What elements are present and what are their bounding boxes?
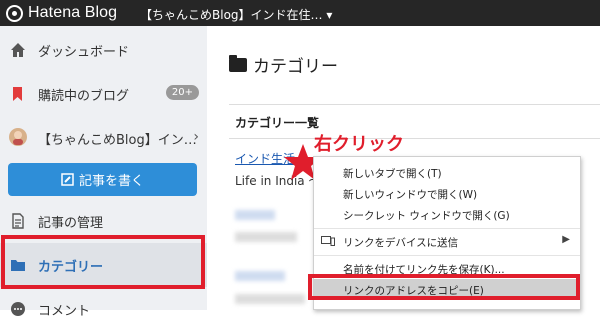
top-bar: Hatena Blog 【ちゃんこめBlog】インド在住… ▾ <box>0 0 600 26</box>
page-title-text: カテゴリー <box>253 57 338 77</box>
section-title: カテゴリー一覧 <box>235 116 320 130</box>
menu-item-label: リンクをデバイスに送信 <box>343 237 459 249</box>
sidebar-item-dashboard[interactable]: ダッシュボード <box>0 28 207 72</box>
blurred-category-link[interactable] <box>235 271 285 281</box>
sidebar-item-label: 記事の管理 <box>38 215 104 231</box>
divider <box>229 104 600 105</box>
sidebar-item-label: 【ちゃんこめBlog】イン… <box>38 132 197 148</box>
highlight-box-category <box>1 235 205 289</box>
menu-item-label: 新しいウィンドウで開く(W) <box>343 189 478 201</box>
menu-item-open-new-tab[interactable]: 新しいタブで開く(T) <box>314 162 580 183</box>
bookmark-icon <box>13 87 22 101</box>
hatena-blog-logo[interactable]: Hatena Blog <box>6 3 117 23</box>
sidebar-item-label: コメント <box>38 303 91 319</box>
blurred-category-description <box>235 294 305 304</box>
divider <box>229 138 600 139</box>
home-icon <box>11 43 25 57</box>
menu-separator <box>314 255 580 256</box>
sidebar-item-label: ダッシュボード <box>38 44 130 60</box>
menu-item-send-to-device[interactable]: リンクをデバイスに送信 ▶ <box>314 231 580 252</box>
document-icon <box>12 213 24 229</box>
write-article-label: 記事を書く <box>78 174 144 189</box>
avatar <box>9 128 27 146</box>
menu-item-label: シークレット ウィンドウで開く(G) <box>343 210 510 222</box>
blurred-category-link[interactable] <box>235 210 275 220</box>
sidebar-item-blog[interactable]: 【ちゃんこめBlog】イン… › <box>0 116 207 160</box>
logo-text: Hatena Blog <box>28 4 118 21</box>
highlight-box-copy-link <box>308 274 580 300</box>
edit-icon <box>61 173 74 186</box>
submenu-arrow-icon: ▶ <box>562 234 570 245</box>
right-click-callout: 右クリック <box>314 134 404 155</box>
folder-icon <box>229 54 247 72</box>
chevron-right-icon: › <box>193 129 199 145</box>
menu-item-open-new-window[interactable]: 新しいウィンドウで開く(W) <box>314 183 580 204</box>
sidebar-item-comments[interactable]: コメント <box>0 287 207 331</box>
menu-separator <box>314 228 580 229</box>
comment-icon <box>11 302 25 316</box>
menu-item-open-incognito[interactable]: シークレット ウィンドウで開く(G) <box>314 204 580 225</box>
devices-icon <box>321 236 335 246</box>
hatena-logo-icon <box>6 4 23 22</box>
sidebar-item-label: 購読中のブログ <box>38 88 130 104</box>
blurred-category-description <box>235 232 297 242</box>
blog-selector[interactable]: 【ちゃんこめBlog】インド在住… ▾ <box>140 6 332 23</box>
sidebar-item-subscriptions[interactable]: 購読中のブログ 20+ <box>0 72 207 116</box>
menu-item-label: 新しいタブで開く(T) <box>343 168 442 180</box>
page-title: カテゴリー <box>229 52 338 77</box>
write-article-button[interactable]: 記事を書く <box>8 163 197 196</box>
subscriptions-badge: 20+ <box>165 85 199 100</box>
